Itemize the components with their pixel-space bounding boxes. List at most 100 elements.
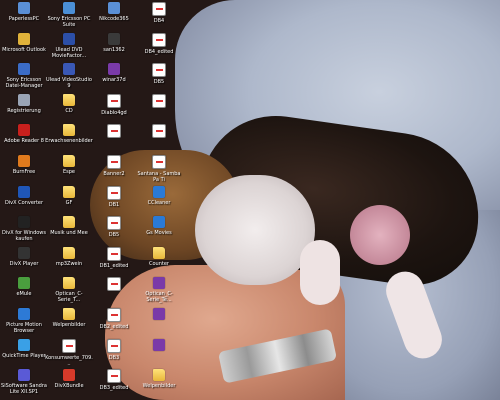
desktop-icon-label: DB2_edited bbox=[99, 324, 129, 330]
document-icon bbox=[152, 32, 166, 47]
desktop-icon-label: DB4 bbox=[153, 18, 165, 24]
folder-icon bbox=[63, 124, 75, 137]
desktop-icon-label: DB3_edited bbox=[99, 385, 129, 392]
desktop-icon[interactable]: DB3_edited bbox=[90, 367, 138, 400]
divx-icon bbox=[18, 216, 30, 229]
document-icon bbox=[152, 2, 166, 16]
picture-browser-icon bbox=[18, 308, 30, 320]
media-file-icon bbox=[152, 155, 166, 169]
desktop-icon-label: Sony Ericsson Datei-Manager bbox=[5, 77, 43, 90]
folder-icon bbox=[63, 246, 75, 259]
desktop-icon-label: Gs Movies bbox=[146, 230, 172, 237]
videostudio-icon bbox=[63, 63, 75, 76]
desktop-icon-label: Erwachsenenbilder bbox=[45, 138, 93, 145]
wallpaper-puppy-body bbox=[190, 106, 490, 294]
application-icon bbox=[108, 32, 120, 45]
desktop-icon[interactable]: Welpenbilder bbox=[135, 367, 183, 400]
quicktime-icon bbox=[18, 338, 30, 351]
desktop-icon-label: SiSoftware Sandra Lite XII.SP1 bbox=[1, 383, 47, 396]
desktop-icon-label: Ulead VideoStudio 9 bbox=[46, 77, 92, 90]
desktop-icon-label: Picture Motion Browser bbox=[6, 322, 42, 334]
document-icon bbox=[107, 185, 121, 200]
desktop-icon-label: eMule bbox=[16, 291, 32, 298]
wallpaper-wristwatch bbox=[217, 328, 338, 384]
ccleaner-icon bbox=[153, 185, 165, 198]
folder-icon bbox=[153, 369, 165, 382]
desktop-icon-label: DivX Player bbox=[9, 260, 39, 267]
emule-icon bbox=[18, 277, 30, 290]
folder-icon bbox=[63, 216, 75, 229]
winrar-icon bbox=[153, 277, 165, 290]
document-icon bbox=[152, 93, 166, 108]
folder-icon bbox=[63, 277, 75, 290]
wallpaper-puppy-leg bbox=[380, 266, 448, 364]
folder-icon bbox=[63, 308, 75, 320]
desktop-icon[interactable]: SiSoftware Sandra Lite XII.SP1 bbox=[0, 367, 48, 400]
document-icon bbox=[107, 308, 121, 322]
desktop-icon-label: DivX Converter bbox=[4, 199, 44, 206]
desktop-icon-label: CD bbox=[65, 107, 73, 114]
folder-icon bbox=[63, 185, 75, 198]
document-icon bbox=[152, 63, 166, 78]
desktop-icon-label: DB1_edited bbox=[99, 262, 129, 269]
document-icon bbox=[107, 216, 121, 231]
desktop-icon-label: Welpenbilder bbox=[52, 322, 86, 328]
divx-player-icon bbox=[18, 246, 30, 259]
desktop-icon-label: Optican_C-Serie_T... bbox=[55, 291, 83, 304]
desktop-icon-label: Sony Ericsson PC Suite bbox=[47, 16, 91, 28]
divx-icon bbox=[18, 185, 30, 198]
document-icon bbox=[107, 124, 121, 139]
document-icon bbox=[152, 124, 166, 139]
desktop-icon-label: DB4_edited bbox=[144, 48, 174, 55]
desktop-icon-label: Ulead DVD MovieFactor... bbox=[51, 46, 87, 59]
sony-ericsson-icon bbox=[18, 63, 30, 76]
adobe-reader-icon bbox=[18, 124, 30, 137]
document-icon bbox=[62, 338, 76, 353]
desktop-icon-label: DivXBundle bbox=[54, 383, 84, 390]
desktop-icon-label: san1362 bbox=[103, 46, 125, 53]
desktop-icon-label: DivX for Windows kaufen bbox=[2, 230, 46, 243]
desktop-icon-label: PaperlessPC bbox=[8, 16, 40, 22]
application-icon bbox=[108, 2, 120, 14]
application-icon bbox=[18, 2, 30, 14]
ulead-icon bbox=[63, 32, 75, 45]
desktop-icon-label: DB5 bbox=[153, 79, 165, 86]
document-icon bbox=[107, 369, 121, 384]
desktop-icon-label: DB1 bbox=[108, 201, 120, 208]
desktop-icon-label: winar37d bbox=[102, 77, 126, 84]
desktop-icon-label: Registrierung bbox=[7, 107, 41, 114]
desktop-icon-label: QuickTime Player bbox=[2, 352, 46, 359]
wallpaper-blanket bbox=[175, 0, 500, 230]
desktop-icon-label: Diablo4gd bbox=[101, 109, 127, 116]
desktop-icon-label: DB3 bbox=[108, 354, 120, 361]
movies-icon bbox=[153, 216, 165, 229]
sandra-icon bbox=[18, 369, 30, 382]
folder-icon bbox=[153, 246, 165, 259]
divx-bundle-icon bbox=[63, 369, 75, 382]
folder-icon bbox=[63, 155, 75, 167]
desktop-icon-label: GF bbox=[65, 199, 73, 206]
document-icon bbox=[107, 277, 121, 292]
desktop[interactable]: PaperlessPC Microsoft Outlook Sony Ericsso… bbox=[0, 0, 500, 400]
document-icon bbox=[107, 93, 121, 108]
wallpaper-puppy-belly bbox=[350, 205, 410, 265]
desktop-icon[interactable]: DivXBundle bbox=[45, 367, 93, 400]
wallpaper-puppy-chest bbox=[195, 175, 315, 285]
document-icon bbox=[107, 338, 121, 353]
registration-icon bbox=[18, 93, 30, 106]
winrar-icon bbox=[108, 63, 120, 76]
desktop-icon-label: Counter bbox=[149, 260, 169, 267]
desktop-icon-label: Konsumwerte_709... bbox=[45, 354, 93, 367]
desktop-icon-label: Santana - Samba Pa Ti bbox=[137, 171, 181, 183]
desktop-icon-label: BurnFree bbox=[12, 169, 36, 175]
desktop-icon-label: Microsoft Outlook bbox=[2, 46, 46, 53]
winrar-icon bbox=[153, 338, 165, 351]
desktop-icon-label: Adobe Reader 8 bbox=[4, 138, 44, 145]
winrar-icon bbox=[153, 308, 165, 320]
desktop-icon-label: Musik und Mee bbox=[50, 230, 88, 237]
desktop-icon-label: Nikcode365 bbox=[99, 16, 129, 22]
pc-suite-icon bbox=[63, 2, 75, 14]
document-icon bbox=[107, 155, 121, 169]
desktop-icon-label: CCleaner bbox=[147, 199, 171, 206]
desktop-icon-label: Optican_C-Serie_Te... bbox=[145, 291, 173, 304]
